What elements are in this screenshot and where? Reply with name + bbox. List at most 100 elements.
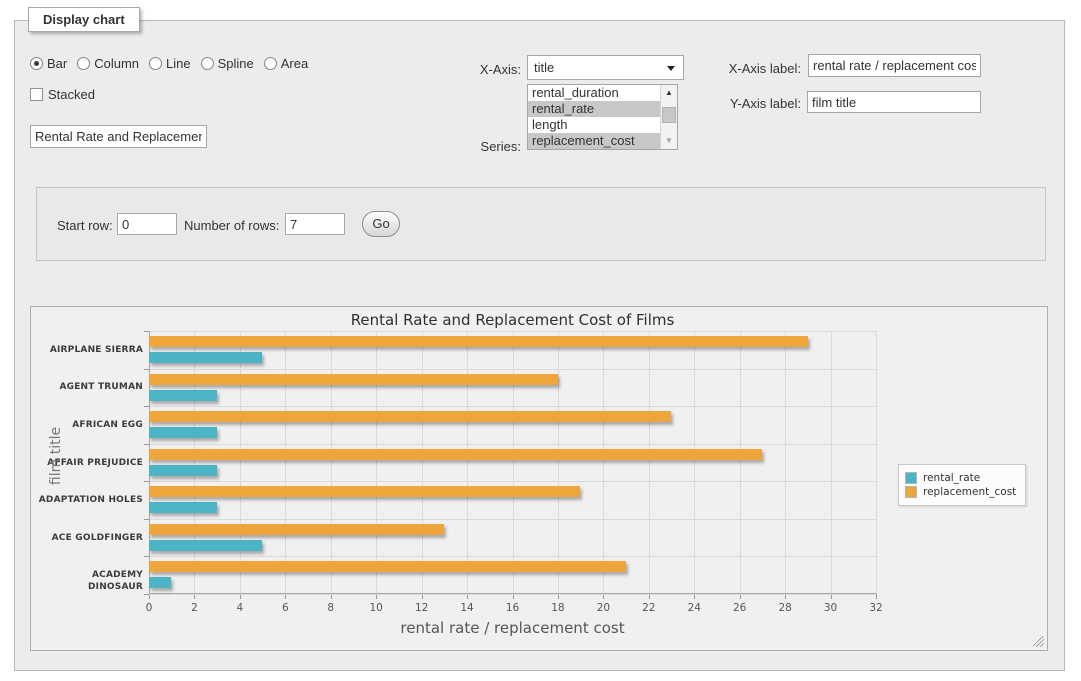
resize-handle-icon[interactable] [1033, 636, 1044, 647]
legend-swatch-icon [905, 486, 917, 498]
series-listbox-label: Series: [435, 139, 521, 154]
gridline-y [149, 331, 876, 332]
x-tick-label: 2 [191, 602, 198, 614]
stacked-checkbox-box-icon[interactable] [30, 88, 43, 101]
legend-label: rental_rate [923, 472, 980, 484]
radio-spline-circle-icon[interactable] [201, 57, 214, 70]
bar-rental_rate[interactable] [149, 502, 217, 513]
bar-replacement_cost[interactable] [149, 336, 808, 347]
scroll-down-arrow-icon[interactable]: ▼ [661, 133, 677, 149]
bar-rental_rate[interactable] [149, 390, 217, 401]
y-axis-label-input[interactable] [807, 91, 981, 113]
series-listbox[interactable]: rental_duration rental_rate length repla… [527, 84, 678, 150]
radio-bar[interactable]: Bar [30, 56, 67, 71]
stacked-checkbox-label: Stacked [48, 87, 95, 102]
bar-replacement_cost[interactable] [149, 486, 580, 497]
fieldset-legend-text: Display chart [43, 12, 125, 27]
start-row-input[interactable] [117, 213, 177, 235]
radio-area[interactable]: Area [264, 56, 308, 71]
bar-rental_rate[interactable] [149, 427, 217, 438]
bar-rental_rate[interactable] [149, 465, 217, 476]
scrollbar-thumb[interactable] [662, 107, 676, 123]
series-option-rental-duration[interactable]: rental_duration [528, 85, 661, 101]
chevron-down-icon [667, 66, 675, 71]
radio-column[interactable]: Column [77, 56, 139, 71]
gridline-x [694, 331, 695, 594]
legend-item[interactable]: rental_rate [905, 472, 1016, 484]
series-option-rental-rate[interactable]: rental_rate [528, 101, 661, 117]
radio-area-label: Area [281, 56, 308, 71]
x-tick-label: 12 [415, 602, 428, 614]
radio-column-circle-icon[interactable] [77, 57, 90, 70]
number-of-rows-input[interactable] [285, 213, 345, 235]
gridline-x [285, 331, 286, 594]
x-tick-label: 0 [146, 602, 153, 614]
radio-spline-label: Spline [218, 56, 254, 71]
chart-x-axis-title: rental rate / replacement cost [149, 619, 876, 637]
gridline-x [649, 331, 650, 594]
radio-line-circle-icon[interactable] [149, 57, 162, 70]
gridline-x [558, 331, 559, 594]
x-tick-label: 10 [370, 602, 383, 614]
x-axis-selected-value: title [534, 60, 554, 75]
x-tick-mark-icon [876, 594, 877, 599]
legend-label: replacement_cost [923, 486, 1016, 498]
gridline-x [785, 331, 786, 594]
go-button[interactable]: Go [362, 211, 400, 237]
gridline-x [831, 331, 832, 594]
radio-area-circle-icon[interactable] [264, 57, 277, 70]
x-tick-label: 32 [869, 602, 882, 614]
chart-title: Rental Rate and Replacement Cost of Film… [149, 311, 876, 329]
radio-column-label: Column [94, 56, 139, 71]
number-of-rows-label: Number of rows: [184, 218, 279, 233]
gridline-x [376, 331, 377, 594]
bar-replacement_cost[interactable] [149, 449, 762, 460]
bar-replacement_cost[interactable] [149, 411, 671, 422]
x-tick-label: 24 [688, 602, 701, 614]
x-tick-label: 20 [597, 602, 610, 614]
radio-bar-circle-icon[interactable] [30, 57, 43, 70]
x-tick-label: 22 [642, 602, 655, 614]
gridline-y [149, 444, 876, 445]
bar-rental_rate[interactable] [149, 577, 171, 588]
stacked-checkbox[interactable]: Stacked [30, 87, 95, 102]
y-category-label: ACADEMY DINOSAUR [37, 569, 143, 593]
y-category-label: AIRPLANE SIERRA [37, 344, 143, 356]
bar-rental_rate[interactable] [149, 540, 262, 551]
bar-rental_rate[interactable] [149, 352, 262, 363]
x-axis-line [149, 593, 876, 594]
x-tick-label: 8 [327, 602, 334, 614]
start-row-label: Start row: [57, 218, 113, 233]
gridline-x [331, 331, 332, 594]
x-axis-select[interactable]: title [527, 55, 684, 80]
gridline-x [422, 331, 423, 594]
x-tick-label: 6 [282, 602, 289, 614]
x-axis-label-input[interactable] [808, 54, 981, 77]
x-axis-label-field-label: X-Axis label: [701, 61, 801, 76]
gridline-y [149, 369, 876, 370]
gridline-y [149, 519, 876, 520]
bar-replacement_cost[interactable] [149, 561, 626, 572]
gridline-y [149, 481, 876, 482]
gridline-x [740, 331, 741, 594]
x-tick-label: 14 [460, 602, 473, 614]
y-axis-line [149, 331, 150, 594]
x-tick-label: 16 [506, 602, 519, 614]
bar-replacement_cost[interactable] [149, 374, 558, 385]
series-option-length[interactable]: length [528, 117, 661, 133]
scroll-up-arrow-icon[interactable]: ▲ [661, 85, 677, 101]
gridline-y [149, 406, 876, 407]
fieldset-legend: Display chart [28, 7, 140, 32]
chart-title-input[interactable] [30, 125, 207, 148]
x-tick-label: 26 [733, 602, 746, 614]
series-option-replacement-cost[interactable]: replacement_cost [528, 133, 661, 149]
x-axis-select-label: X-Axis: [435, 62, 521, 77]
bar-replacement_cost[interactable] [149, 524, 444, 535]
chart-plot-area: 02468101214161820222426283032AIRPLANE SI… [149, 331, 876, 594]
chart-legend: rental_rate replacement_cost [898, 464, 1026, 506]
listbox-scrollbar[interactable]: ▲ ▼ [660, 85, 677, 149]
radio-line[interactable]: Line [149, 56, 191, 71]
gridline-x [876, 331, 877, 594]
radio-spline[interactable]: Spline [201, 56, 254, 71]
legend-item[interactable]: replacement_cost [905, 486, 1016, 498]
